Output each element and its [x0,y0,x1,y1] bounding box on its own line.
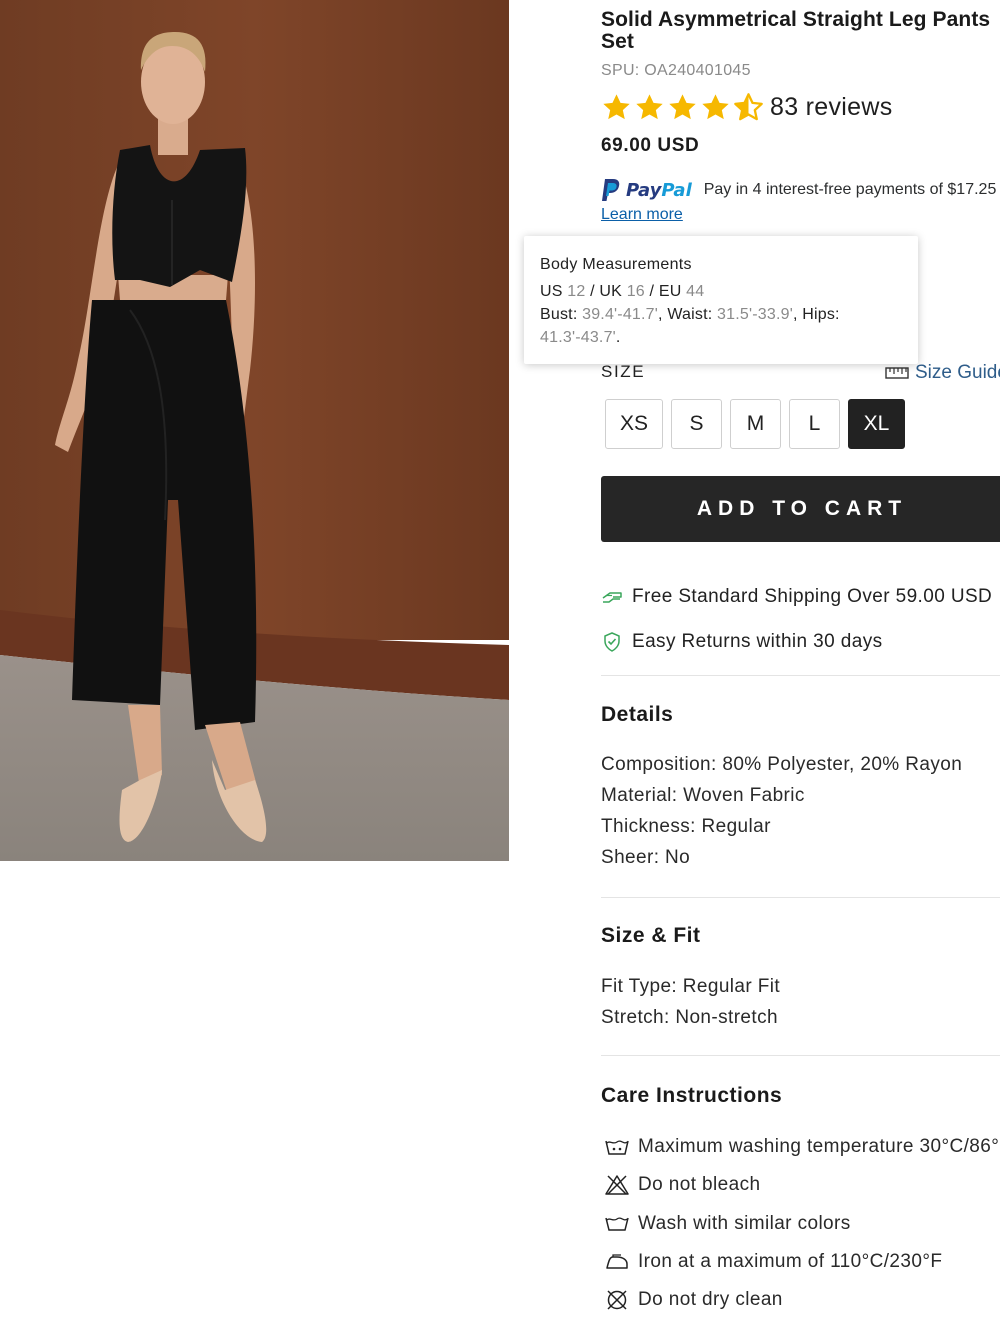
care-item: Maximum washing temperature 30°C/86°F [604,1128,1000,1166]
paypal-banner: PayPal Pay in 4 interest-free payments o… [601,176,996,204]
paypal-logo: PayPal [601,178,692,202]
rating[interactable]: 83 reviews [601,91,893,123]
paypal-message: Pay in 4 interest-free payments of $17.2… [703,181,997,198]
no-dry-clean-icon [604,1289,630,1311]
iron-icon [604,1254,630,1270]
divider [601,897,1000,898]
shipping-icon [601,589,623,605]
add-to-cart-button[interactable]: ADD TO CART [601,476,1000,542]
care-item: Do not dry clean [604,1281,1000,1319]
care-item: Wash with similar colors [604,1205,1000,1243]
size-option-xl[interactable]: XL [848,399,905,449]
body-measurements-tooltip: Body Measurements US 12 / UK 16 / EU 44 … [524,236,918,364]
paypal-wordmark-pal: Pal [661,179,692,201]
care-text: Do not bleach [638,1174,761,1196]
product-image[interactable] [0,0,509,861]
us-label: US [540,283,568,300]
uk-value: 16 [626,283,645,300]
size-fit-item: Fit Type: Regular Fit [601,976,781,997]
product-info: Solid Asymmetrical Straight Leg Pants Se… [601,0,1000,1333]
uk-label: / UK [585,283,627,300]
eu-value: 44 [686,283,705,300]
hips-value: 41.3'-43.7' [540,329,616,346]
free-shipping-perk: Free Standard Shipping Over 59.00 USD [601,586,992,608]
care-text: Maximum washing temperature 30°C/86°F [638,1136,1000,1158]
tooltip-measurements: Bust: 39.4'-41.7', Waist: 31.5'-33.9', H… [540,303,902,349]
details-heading[interactable]: Details [601,703,673,727]
waist-value: 31.5'-33.9' [717,306,793,323]
size-option-l[interactable]: L [789,399,840,449]
size-label: SIZE [601,362,646,381]
size-fit-list: Fit Type: Regular Fit Stretch: Non-stret… [601,971,780,1033]
size-guide-link[interactable]: Size Guide [885,362,1000,384]
no-bleach-icon [604,1175,630,1196]
rating-stars [601,92,764,123]
easy-returns-text: Easy Returns within 30 days [632,631,883,652]
size-option-xs[interactable]: XS [605,399,663,449]
star-icon [603,93,630,119]
bust-label: Bust: [540,306,583,323]
tooltip-size-conversion: US 12 / UK 16 / EU 44 [540,280,902,303]
details-item: Material: Woven Fabric [601,785,805,806]
tooltip-title: Body Measurements [540,256,692,273]
size-fit-heading[interactable]: Size & Fit [601,924,701,948]
shield-check-icon [601,632,623,652]
care-heading[interactable]: Care Instructions [601,1084,782,1108]
care-text: Wash with similar colors [638,1212,851,1234]
details-item: Sheer: No [601,847,691,868]
waist-label: , Waist: [658,306,718,323]
size-option-s[interactable]: S [671,399,722,449]
care-item: Iron at a maximum of 110°C/230°F [604,1243,1000,1281]
star-icon [702,93,729,119]
details-item: Thickness: Regular [601,816,771,837]
care-item: Do not bleach [604,1166,1000,1204]
wash-tub-icon [604,1216,630,1232]
details-item: Composition: 80% Polyester, 20% Rayon [601,754,963,775]
product-spu: SPU: OA240401045 [601,62,751,79]
divider [601,1055,1000,1056]
product-title: Solid Asymmetrical Straight Leg Pants Se… [601,8,991,53]
size-options: XS S M L XL [605,399,905,449]
us-value: 12 [567,283,586,300]
bust-value: 39.4'-41.7' [582,306,659,323]
care-list: Maximum washing temperature 30°C/86°F Do… [604,1128,1000,1319]
tooltip-period: . [615,329,621,346]
hips-label: , Hips: [792,306,840,323]
details-list: Composition: 80% Polyester, 20% Rayon Ma… [601,749,962,873]
paypal-learn-more-link[interactable]: Learn more [601,206,683,224]
ruler-icon [885,367,909,379]
paypal-wordmark-pay: Pay [626,179,662,201]
size-guide-label[interactable]: Size Guide [915,362,1000,384]
product-price: 69.00 USD [601,135,700,156]
free-shipping-text: Free Standard Shipping Over 59.00 USD [632,586,993,607]
divider [601,675,1000,676]
star-icon [636,93,663,119]
size-fit-item: Stretch: Non-stretch [601,1007,778,1028]
half-star-icon [734,92,763,120]
star-icon [669,93,696,119]
model-photo [0,0,509,861]
reviews-link[interactable]: 83 reviews [770,93,893,122]
wash-30-icon [604,1138,630,1156]
easy-returns-perk: Easy Returns within 30 days [601,631,883,653]
paypal-icon [602,179,620,201]
eu-label: / EU [644,283,687,300]
care-text: Do not dry clean [638,1289,783,1311]
care-text: Iron at a maximum of 110°C/230°F [638,1251,943,1273]
size-option-m[interactable]: M [730,399,781,449]
